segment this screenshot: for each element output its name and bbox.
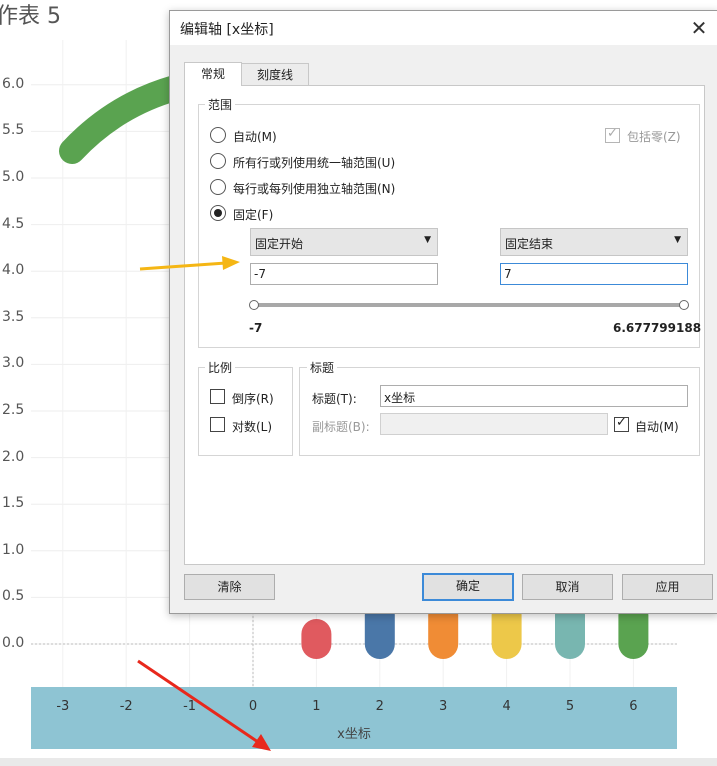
tab-general-label: 常规 xyxy=(200,67,225,81)
orange-arrow-icon xyxy=(139,256,240,271)
tab-general[interactable]: 常规 xyxy=(184,62,242,86)
annotation-arrows xyxy=(137,256,271,751)
red-arrow-icon xyxy=(137,659,271,751)
